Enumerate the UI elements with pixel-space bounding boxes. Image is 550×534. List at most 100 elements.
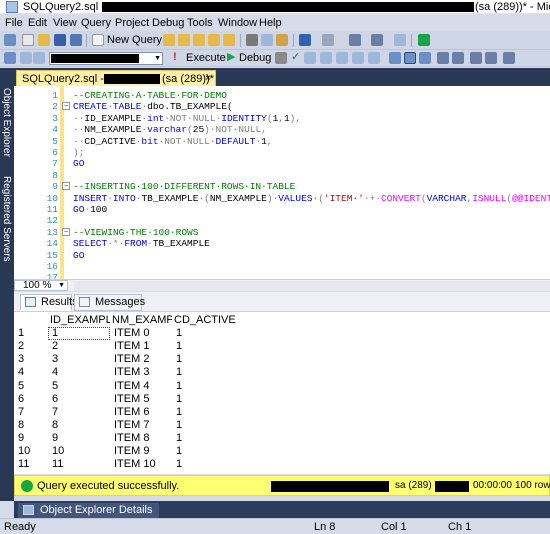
uncomment-icon[interactable] bbox=[452, 52, 464, 64]
row-number[interactable]: 10 bbox=[18, 445, 48, 458]
column-header[interactable]: CD_ACTIVE bbox=[174, 314, 240, 327]
collapse-icon[interactable]: − bbox=[62, 182, 70, 191]
grid-cell[interactable]: 1 bbox=[48, 327, 110, 341]
new-query-icon[interactable] bbox=[92, 34, 104, 46]
row-number[interactable]: 5 bbox=[18, 380, 48, 393]
row-number[interactable]: 7 bbox=[18, 406, 48, 419]
grid-cell[interactable]: 1 bbox=[176, 340, 240, 353]
zoom-selector[interactable]: 100 % ▼ bbox=[14, 280, 68, 291]
cancel-query-icon[interactable] bbox=[275, 52, 287, 64]
column-header[interactable]: NM_EXAMPLE bbox=[112, 314, 172, 327]
row-number[interactable]: 3 bbox=[18, 353, 48, 366]
redo-icon[interactable] bbox=[322, 34, 334, 46]
specify-values-icon[interactable] bbox=[503, 52, 515, 64]
solution-explorer-icon[interactable] bbox=[371, 34, 383, 46]
client-statistics-icon[interactable] bbox=[368, 52, 380, 64]
sql-editor[interactable]: 1 2 3 4 5 6 7 8 9 10 11 12 13 14 15 16 17 --CREATING·A·TA… bbox=[14, 86, 550, 279]
grid-cell[interactable]: 7 bbox=[52, 406, 110, 419]
row-number[interactable]: 9 bbox=[18, 432, 48, 445]
menu-view[interactable]: View bbox=[53, 16, 77, 30]
grid-cell[interactable]: ITEM 10 bbox=[114, 458, 172, 471]
menu-project[interactable]: Project bbox=[115, 16, 149, 30]
change-connection-icon[interactable] bbox=[20, 52, 32, 64]
navigate-icon[interactable] bbox=[349, 34, 361, 46]
actual-plan-icon[interactable] bbox=[352, 52, 364, 64]
undo-icon[interactable] bbox=[299, 34, 311, 46]
tab-results[interactable]: Results bbox=[20, 294, 78, 311]
cut-icon[interactable] bbox=[246, 34, 258, 46]
grid-cell[interactable]: 1 bbox=[176, 458, 240, 471]
database-query-icon[interactable] bbox=[163, 34, 175, 46]
tab-messages[interactable]: Messages bbox=[74, 294, 145, 311]
disconnect-icon[interactable] bbox=[33, 52, 45, 64]
grid-cell[interactable]: 1 bbox=[176, 406, 240, 419]
menu-file[interactable]: File bbox=[5, 16, 23, 30]
connect-icon[interactable] bbox=[4, 52, 16, 64]
row-number[interactable]: 2 bbox=[18, 340, 48, 353]
increase-indent-icon[interactable] bbox=[485, 52, 497, 64]
estimated-plan-icon[interactable] bbox=[304, 52, 316, 64]
row-number[interactable]: 11 bbox=[18, 458, 48, 471]
grid-cell[interactable]: ITEM 8 bbox=[114, 432, 172, 445]
paste-icon[interactable] bbox=[276, 34, 288, 46]
xmla-query-icon[interactable] bbox=[223, 34, 235, 46]
menu-window[interactable]: Window bbox=[218, 16, 257, 30]
save-icon[interactable] bbox=[54, 34, 66, 46]
grid-cell[interactable]: ITEM 2 bbox=[114, 353, 172, 366]
execute-button[interactable]: Execute bbox=[186, 52, 226, 65]
registered-servers-tab[interactable]: Registered Servers bbox=[1, 176, 12, 262]
grid-cell[interactable]: 5 bbox=[52, 380, 110, 393]
column-header[interactable]: ID_EXAMPLE bbox=[50, 314, 110, 327]
grid-cell[interactable]: 1 bbox=[176, 327, 240, 340]
row-number[interactable]: 1 bbox=[18, 327, 48, 340]
grid-cell[interactable]: ITEM 1 bbox=[114, 340, 172, 353]
grid-cell[interactable]: ITEM 9 bbox=[114, 445, 172, 458]
grid-cell[interactable]: ITEM 4 bbox=[114, 380, 172, 393]
start-icon[interactable] bbox=[418, 34, 430, 46]
debug-button[interactable]: Debug bbox=[239, 52, 271, 65]
grid-cell[interactable]: 1 bbox=[176, 432, 240, 445]
grid-cell[interactable]: 1 bbox=[176, 366, 240, 379]
open-folder-icon[interactable] bbox=[38, 34, 50, 46]
grid-cell[interactable]: ITEM 7 bbox=[114, 419, 172, 432]
menu-help[interactable]: Help bbox=[259, 16, 282, 30]
horizontal-scrollbar[interactable] bbox=[74, 281, 550, 291]
intellisense-icon[interactable] bbox=[336, 52, 348, 64]
row-number[interactable]: 6 bbox=[18, 393, 48, 406]
menu-debug[interactable]: Debug bbox=[152, 16, 184, 30]
collapse-icon[interactable]: − bbox=[62, 227, 70, 236]
execute-icon[interactable]: ! bbox=[173, 51, 177, 64]
grid-cell[interactable]: 1 bbox=[176, 380, 240, 393]
object-explorer-tab[interactable]: Object Explorer bbox=[1, 88, 12, 157]
tab-object-explorer-details[interactable]: Object Explorer Details bbox=[18, 503, 159, 518]
comment-icon[interactable] bbox=[437, 52, 449, 64]
menu-query[interactable]: Query bbox=[81, 16, 111, 30]
grid-cell[interactable]: 11 bbox=[52, 458, 110, 471]
database-selector[interactable]: ▼ bbox=[49, 52, 163, 65]
grid-cell[interactable]: 4 bbox=[52, 366, 110, 379]
mdx-query-icon[interactable] bbox=[193, 34, 205, 46]
row-number[interactable]: 4 bbox=[18, 366, 48, 379]
dmx-query-icon[interactable] bbox=[208, 34, 220, 46]
grid-cell[interactable]: 6 bbox=[52, 393, 110, 406]
results-to-grid-icon[interactable] bbox=[404, 52, 416, 64]
results-grid[interactable]: ID_EXAMPLENM_EXAMPLECD_ACTIVE11ITEM 0122… bbox=[14, 312, 550, 474]
grid-cell[interactable]: 10 bbox=[52, 445, 110, 458]
collapse-icon[interactable]: − bbox=[62, 102, 70, 111]
grid-cell[interactable]: ITEM 0 bbox=[114, 327, 172, 340]
results-to-file-icon[interactable] bbox=[419, 52, 431, 64]
debug-icon[interactable]: ▶ bbox=[227, 51, 235, 64]
grid-cell[interactable]: 3 bbox=[52, 353, 110, 366]
close-icon[interactable]: × bbox=[205, 72, 211, 86]
grid-cell[interactable]: ITEM 5 bbox=[114, 393, 172, 406]
activity-monitor-icon[interactable] bbox=[394, 34, 406, 46]
query-designer-icon[interactable] bbox=[320, 52, 332, 64]
new-file-icon[interactable] bbox=[22, 34, 34, 46]
tab-sqlquery2[interactable]: SQLQuery2.sql - (sa (289))* × bbox=[16, 70, 216, 86]
copy-icon[interactable] bbox=[261, 34, 273, 46]
grid-cell[interactable]: 9 bbox=[52, 432, 110, 445]
analysis-query-icon[interactable] bbox=[178, 34, 190, 46]
menu-tools[interactable]: Tools bbox=[187, 16, 213, 30]
menu-edit[interactable]: Edit bbox=[28, 16, 47, 30]
save-all-icon[interactable] bbox=[70, 34, 82, 46]
